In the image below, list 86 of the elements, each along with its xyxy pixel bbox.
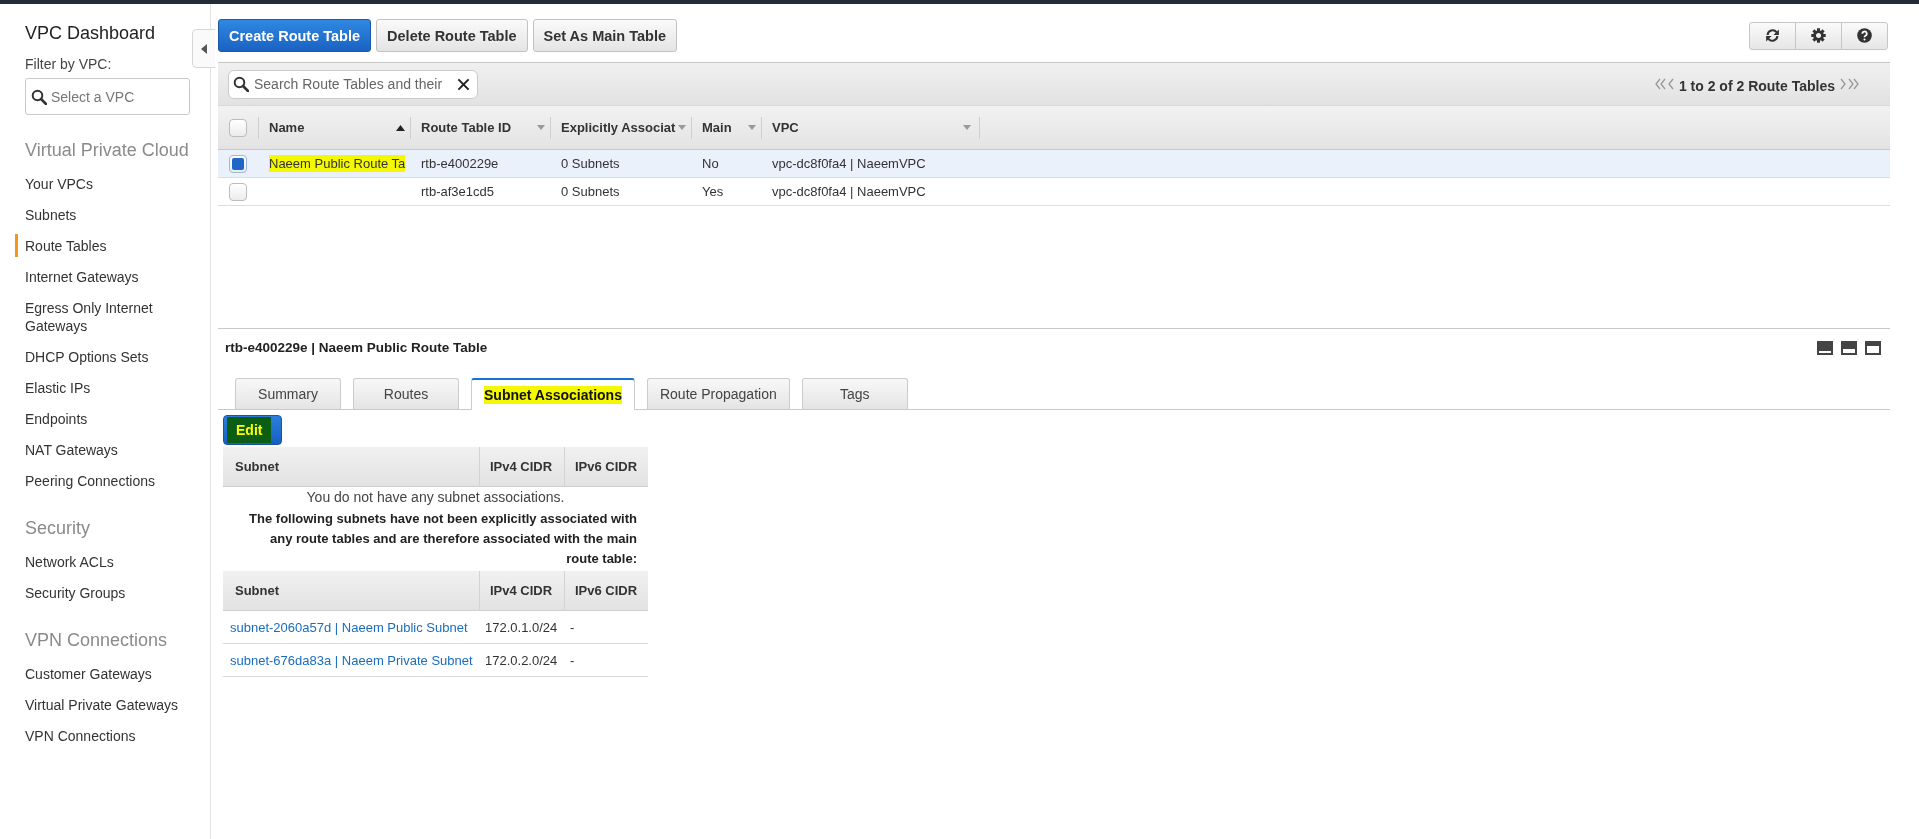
subnet-link[interactable]: subnet-2060a57d | Naeem Public Subnet bbox=[230, 619, 468, 635]
row-checkbox[interactable] bbox=[229, 182, 247, 201]
sidebar-link[interactable]: NAT Gateways bbox=[15, 435, 195, 466]
sidebar-link[interactable]: Endpoints bbox=[15, 404, 195, 435]
column-header: Subnet bbox=[223, 447, 479, 487]
help-button[interactable] bbox=[1841, 21, 1888, 50]
table-row[interactable]: rtb-af3e1cd5 0 Subnets Yes vpc-dc8f0fa4 | NaeemVPC bbox=[218, 178, 1890, 206]
column-header[interactable]: Route Table ID bbox=[410, 116, 550, 139]
section-heading: Security bbox=[25, 517, 92, 539]
table-cell: - bbox=[570, 652, 575, 668]
search-icon bbox=[31, 89, 47, 105]
table-cell: Yes bbox=[702, 184, 724, 199]
detail-tab[interactable]: Tags bbox=[801, 378, 908, 409]
toolbar-button[interactable]: Delete Route Table bbox=[376, 19, 528, 52]
dropdown-caret-icon bbox=[678, 125, 686, 130]
table-cell: vpc-dc8f0fa4 | NaeemVPC bbox=[772, 184, 926, 199]
detail-title: rtb-e400229e | Naeem Public Route Table bbox=[225, 339, 488, 357]
sidebar-link[interactable]: Your VPCs bbox=[15, 169, 195, 200]
sidebar-link[interactable]: Subnets bbox=[15, 200, 195, 231]
sidebar-link[interactable]: DHCP Options Sets bbox=[15, 342, 195, 373]
sidebar-link[interactable]: Internet Gateways bbox=[15, 262, 195, 293]
sidebar-link[interactable]: VPN Connections bbox=[15, 721, 195, 752]
column-header: IPv4 CIDR bbox=[479, 447, 564, 487]
dropdown-caret-icon bbox=[963, 125, 971, 130]
dropdown-caret-icon bbox=[537, 125, 545, 130]
column-header: Subnet bbox=[223, 571, 479, 611]
table-cell: vpc-dc8f0fa4 | NaeemVPC bbox=[772, 156, 926, 171]
table-cell: rtb-e400229e bbox=[421, 156, 499, 171]
column-header: IPv6 CIDR bbox=[564, 447, 648, 487]
settings-icon bbox=[1811, 28, 1826, 43]
selection-marker bbox=[15, 234, 18, 257]
sidebar-link[interactable]: Virtual Private Gateways bbox=[15, 690, 195, 721]
sidebar-link[interactable]: Elastic IPs bbox=[15, 373, 195, 404]
select-all-checkbox[interactable] bbox=[229, 118, 247, 137]
refresh-icon bbox=[1765, 28, 1780, 43]
detail-tab[interactable]: Subnet Associations bbox=[471, 378, 635, 410]
pane-full-icon[interactable] bbox=[1865, 341, 1881, 355]
toolbar-button[interactable]: Set As Main Table bbox=[532, 19, 677, 52]
search-icon bbox=[233, 75, 249, 92]
pagination-label: 1 to 2 of 2 Route Tables bbox=[1678, 77, 1835, 94]
table-cell: Naeem Public Route Ta bbox=[269, 155, 406, 172]
sidebar-link[interactable]: Peering Connections bbox=[15, 466, 195, 497]
table-row[interactable]: Naeem Public Route Ta rtb-e400229e 0 Subnets No vpc-dc8f0fa4 | NaeemVPC bbox=[218, 150, 1890, 178]
section-heading: VPN Connections bbox=[25, 629, 169, 651]
note-text: The following subnets have not been explicitly associated with any route tables and are therefore associated with the main route table: bbox=[248, 510, 637, 568]
sidebar-link[interactable]: Network ACLs bbox=[15, 547, 195, 578]
row-checkbox[interactable] bbox=[229, 154, 247, 173]
detail-tab[interactable]: Summary bbox=[235, 378, 341, 409]
column-header: IPv6 CIDR bbox=[564, 571, 648, 611]
pane-small-icon[interactable] bbox=[1817, 341, 1833, 355]
table-cell: 172.0.1.0/24 bbox=[485, 619, 558, 635]
toolbar-button[interactable]: Create Route Table bbox=[218, 19, 372, 52]
sort-up-icon bbox=[396, 124, 405, 131]
vpc-filter-field[interactable]: Select a VPC bbox=[25, 78, 190, 115]
empty-message: You do not have any subnet associations. bbox=[305, 488, 566, 507]
section-heading: Virtual Private Cloud bbox=[25, 139, 190, 161]
table-cell: - bbox=[570, 619, 575, 635]
sidebar-title: VPC Dashboard bbox=[25, 22, 157, 44]
pane-half-icon[interactable] bbox=[1841, 341, 1857, 355]
column-header: IPv4 CIDR bbox=[479, 571, 564, 611]
search-field[interactable]: Search Route Tables and their bbox=[228, 69, 478, 99]
filter-label: Filter by VPC: bbox=[25, 55, 113, 73]
sidebar-link[interactable]: Customer Gateways bbox=[15, 659, 195, 690]
sidebar-link[interactable]: Route Tables bbox=[15, 231, 195, 262]
column-header[interactable]: Main bbox=[691, 116, 761, 139]
help-icon bbox=[1857, 28, 1872, 43]
sidebar-link[interactable]: Egress Only Internet Gateways bbox=[15, 293, 195, 342]
table-cell: rtb-af3e1cd5 bbox=[421, 184, 494, 199]
dropdown-caret-icon bbox=[748, 125, 756, 130]
caret-left-icon bbox=[201, 43, 207, 54]
table-cell: No bbox=[702, 156, 719, 171]
table-cell: 0 Subnets bbox=[561, 156, 620, 171]
edit-button[interactable]: Edit bbox=[223, 415, 283, 445]
settings-button[interactable] bbox=[1795, 21, 1842, 50]
table-cell: 0 Subnets bbox=[561, 184, 620, 199]
subnet-link[interactable]: subnet-676da83a | Naeem Private Subnet bbox=[230, 652, 473, 668]
sidebar-link[interactable]: Security Groups bbox=[15, 578, 195, 609]
collapse-button[interactable] bbox=[192, 29, 215, 68]
detail-tab[interactable]: Routes bbox=[353, 378, 459, 409]
refresh-button[interactable] bbox=[1749, 21, 1796, 50]
column-header[interactable]: Name bbox=[258, 116, 410, 139]
clear-icon[interactable] bbox=[457, 77, 470, 91]
detail-tab[interactable]: Route Propagation bbox=[646, 378, 790, 409]
column-header[interactable]: VPC bbox=[761, 116, 980, 139]
table-cell: 172.0.2.0/24 bbox=[485, 652, 558, 668]
column-header[interactable]: Explicitly Associat bbox=[550, 116, 691, 139]
